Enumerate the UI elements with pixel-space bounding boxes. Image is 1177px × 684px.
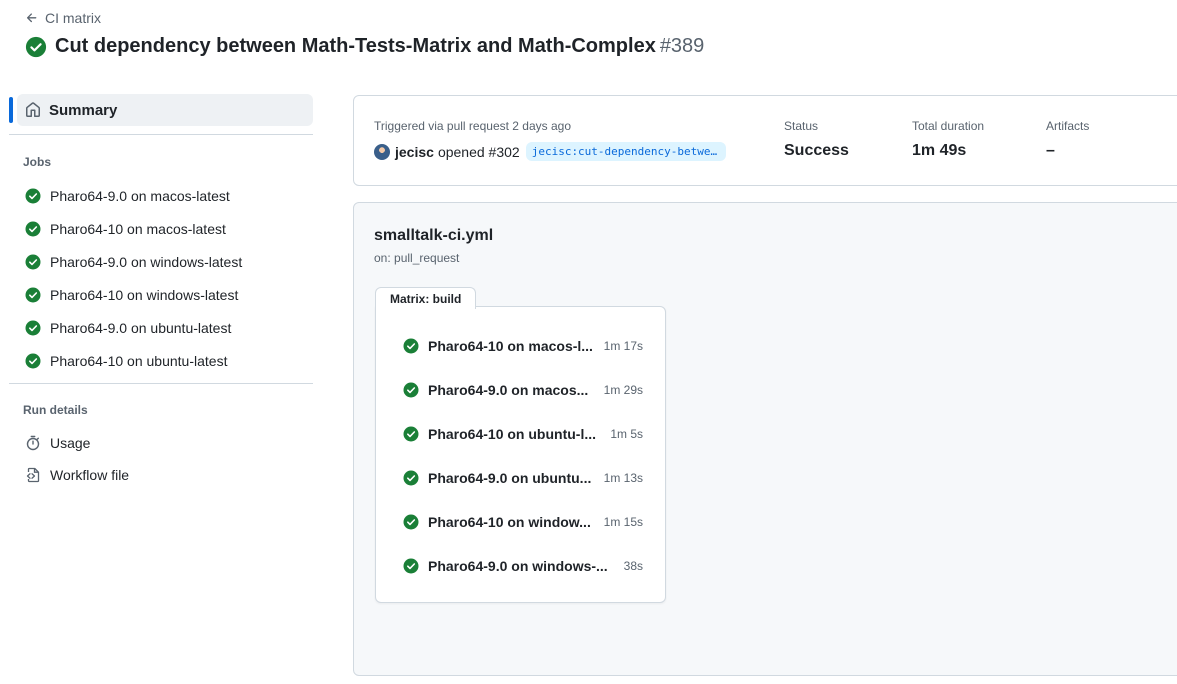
artifacts-label: Artifacts — [1046, 119, 1090, 133]
matrix-job-duration: 1m 5s — [610, 427, 643, 441]
trigger-details: jecisc opened #302 jecisc:cut-dependency… — [374, 142, 726, 161]
sidebar-job-label: Pharo64-9.0 on windows-latest — [50, 253, 243, 270]
sidebar-job-label: Pharo64-10 on windows-latest — [50, 286, 239, 303]
sidebar-item-usage-label: Usage — [50, 435, 91, 451]
sidebar-job-label: Pharo64-10 on ubuntu-latest — [50, 352, 228, 369]
avatar[interactable] — [374, 143, 390, 160]
status-label: Status — [784, 119, 819, 133]
matrix-job-name: Pharo64-10 on macos-l... — [428, 338, 593, 354]
sidebar-job-item[interactable]: Pharo64-9.0 on windows-latest — [9, 245, 313, 278]
check-circle-icon — [25, 188, 41, 204]
matrix-job-item[interactable]: Pharo64-10 on window... 1m 15s — [403, 512, 643, 532]
matrix-job-item[interactable]: Pharo64-10 on macos-l... 1m 17s — [403, 336, 643, 356]
matrix-job-duration: 1m 15s — [603, 515, 643, 529]
matrix-job-item[interactable]: Pharo64-9.0 on ubuntu... 1m 13s — [403, 468, 643, 488]
matrix-job-item[interactable]: Pharo64-9.0 on windows-... 38s — [403, 556, 643, 576]
run-title: Cut dependency between Math-Tests-Matrix… — [55, 35, 704, 58]
workflow-graph: smalltalk-ci.yml on: pull_request Matrix… — [353, 202, 1177, 676]
run-number: #389 — [659, 35, 705, 57]
check-circle-icon — [25, 36, 47, 58]
sidebar-job-label: Pharo64-9.0 on macos-latest — [50, 187, 230, 204]
trigger-label: Triggered via pull request 2 days ago — [374, 119, 572, 133]
matrix-job-name: Pharo64-9.0 on macos... — [428, 382, 589, 398]
check-circle-icon — [25, 287, 41, 303]
sidebar-job-item[interactable]: Pharo64-9.0 on macos-latest — [9, 179, 313, 212]
run-details-section-title: Run details — [23, 403, 88, 417]
check-circle-icon — [25, 353, 41, 369]
run-title-text: Cut dependency between Math-Tests-Matrix… — [55, 35, 656, 57]
run-summary-card: Triggered via pull request 2 days ago je… — [353, 95, 1177, 186]
home-icon — [26, 102, 40, 117]
matrix-job-name: Pharo64-9.0 on ubuntu... — [428, 470, 592, 486]
trigger-action[interactable]: opened #302 — [438, 144, 520, 160]
sidebar-job-label: Pharo64-9.0 on ubuntu-latest — [50, 319, 232, 336]
check-circle-icon — [403, 382, 428, 398]
branch-badge[interactable]: jecisc:cut-dependency-between-Math-Tests… — [525, 142, 726, 161]
sidebar-item-summary-label: Summary — [49, 101, 118, 119]
artifacts-value: – — [1046, 142, 1055, 159]
status-value: Success — [784, 142, 849, 159]
jobs-list: Pharo64-9.0 on macos-latest Pharo64-10 on… — [9, 179, 313, 377]
matrix-job-item[interactable]: Pharo64-9.0 on macos... 1m 29s — [403, 380, 643, 400]
sidebar-item-summary[interactable]: Summary — [9, 94, 313, 126]
sidebar-item-usage[interactable]: Usage — [9, 427, 313, 459]
sidebar-job-item[interactable]: Pharo64-10 on windows-latest — [9, 278, 313, 311]
check-circle-icon — [25, 221, 41, 237]
check-circle-icon — [403, 558, 428, 574]
check-circle-icon — [25, 254, 41, 270]
matrix-job-item[interactable]: Pharo64-10 on ubuntu-l... 1m 5s — [403, 424, 643, 444]
matrix-job-name: Pharo64-9.0 on windows-... — [428, 558, 608, 574]
divider — [9, 134, 313, 135]
matrix-job-duration: 1m 17s — [603, 339, 643, 353]
divider — [9, 383, 313, 384]
active-indicator — [9, 97, 13, 123]
check-circle-icon — [403, 338, 428, 354]
arrow-left-icon — [26, 13, 37, 23]
check-circle-icon — [403, 426, 428, 442]
sidebar-job-item[interactable]: Pharo64-10 on macos-latest — [9, 212, 313, 245]
actor-link[interactable]: jecisc — [395, 144, 434, 160]
matrix-job-duration: 1m 13s — [603, 471, 643, 485]
sidebar-job-item[interactable]: Pharo64-10 on ubuntu-latest — [9, 344, 313, 377]
back-link[interactable]: CI matrix — [25, 10, 101, 26]
matrix-title: Matrix: build — [375, 287, 477, 309]
duration-value: 1m 49s — [912, 142, 967, 159]
back-link-label: CI matrix — [45, 10, 101, 26]
matrix-job-name: Pharo64-10 on ubuntu-l... — [428, 426, 597, 442]
check-circle-icon — [403, 514, 428, 530]
sidebar-item-workflow-file[interactable]: Workflow file — [9, 459, 313, 491]
workflow-trigger: on: pull_request — [374, 251, 460, 265]
matrix-job-group: Pharo64-10 on macos-l... 1m 17s Pharo64-9.… — [375, 306, 666, 603]
stopwatch-icon — [26, 435, 40, 451]
matrix-job-duration: 38s — [623, 559, 643, 573]
jobs-section-title: Jobs — [23, 155, 52, 169]
duration-label: Total duration — [912, 119, 985, 133]
matrix-job-duration: 1m 29s — [603, 383, 643, 397]
matrix-job-name: Pharo64-10 on window... — [428, 514, 591, 530]
workflow-name: smalltalk-ci.yml — [374, 227, 494, 244]
file-code-icon — [26, 467, 40, 483]
check-circle-icon — [403, 470, 428, 486]
sidebar-job-item[interactable]: Pharo64-9.0 on ubuntu-latest — [9, 311, 313, 344]
check-circle-icon — [25, 320, 41, 336]
sidebar-item-workflow-file-label: Workflow file — [50, 467, 130, 483]
sidebar-job-label: Pharo64-10 on macos-latest — [50, 220, 226, 237]
sidebar: Summary Jobs Pharo64-9.0 on macos-latest… — [9, 94, 313, 491]
page-title: Cut dependency between Math-Tests-Matrix… — [25, 35, 704, 58]
